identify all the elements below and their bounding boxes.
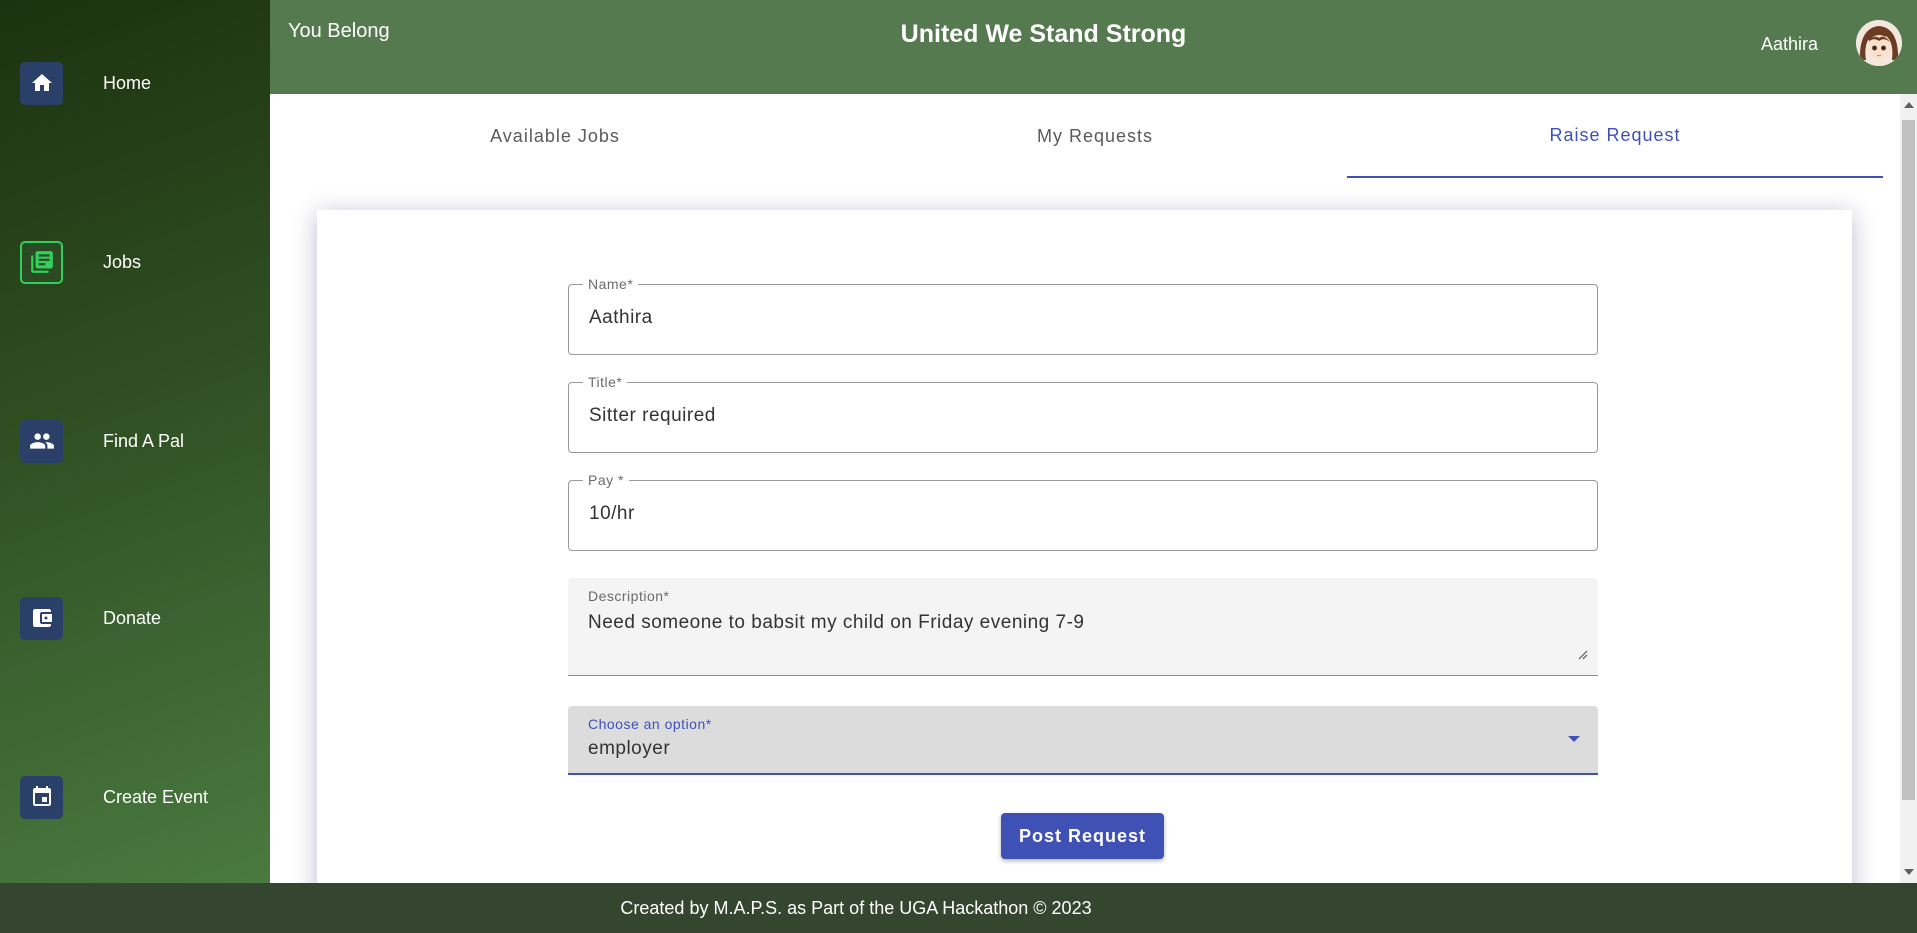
avatar[interactable] bbox=[1856, 20, 1902, 66]
sidebar-item-jobs[interactable]: Jobs bbox=[0, 232, 270, 292]
title-field[interactable]: Title* Sitter required bbox=[568, 374, 1598, 453]
header: You Belong United We Stand Strong Aathir… bbox=[270, 0, 1917, 94]
tab-raise-request[interactable]: Raise Request bbox=[1347, 94, 1883, 178]
scrollbar-thumb[interactable] bbox=[1902, 120, 1915, 800]
description-field-label: Description* bbox=[588, 588, 670, 604]
sidebar-item-label: Create Event bbox=[103, 786, 209, 807]
main-content: Available Jobs My Requests Raise Request… bbox=[270, 94, 1900, 883]
scrollbar[interactable] bbox=[1900, 94, 1917, 883]
scroll-up-icon[interactable] bbox=[1904, 102, 1914, 108]
page-title: United We Stand Strong bbox=[900, 20, 1187, 48]
home-icon bbox=[20, 61, 63, 105]
footer-text: Created by M.A.P.S. as Part of the UGA H… bbox=[620, 897, 1092, 918]
sidebar: Home Jobs Find A Pal Donate Create Event bbox=[0, 0, 270, 883]
name-field-label: Name* bbox=[583, 276, 639, 292]
dropdown-arrow-icon[interactable] bbox=[1568, 736, 1580, 742]
tab-available-jobs[interactable]: Available Jobs bbox=[270, 94, 840, 178]
option-select-label: Choose an option* bbox=[588, 716, 712, 732]
description-field[interactable]: Description* Need someone to babsit my c… bbox=[568, 578, 1598, 676]
sidebar-item-label: Jobs bbox=[103, 251, 142, 272]
footer: Created by M.A.P.S. as Part of the UGA H… bbox=[0, 883, 1917, 933]
title-field-label: Title* bbox=[583, 374, 628, 390]
option-select[interactable]: Choose an option* employer bbox=[568, 706, 1598, 775]
pay-field-value: 10/hr bbox=[589, 503, 635, 524]
username: Aathira bbox=[1761, 34, 1819, 54]
name-field[interactable]: Name* Aathira bbox=[568, 276, 1598, 355]
sidebar-item-find-a-pal[interactable]: Find A Pal bbox=[0, 411, 270, 471]
resize-handle-icon[interactable] bbox=[1578, 647, 1588, 665]
sidebar-item-create-event[interactable]: Create Event bbox=[0, 767, 270, 827]
scroll-down-icon[interactable] bbox=[1904, 869, 1914, 875]
post-request-button[interactable]: Post Request bbox=[1001, 813, 1164, 859]
sidebar-item-label: Find A Pal bbox=[103, 430, 185, 451]
sidebar-item-home[interactable]: Home bbox=[0, 53, 270, 113]
pay-field-label: Pay * bbox=[583, 472, 629, 488]
request-form-card: Name* Aathira Title* Sitter required Pay… bbox=[317, 210, 1852, 883]
tab-my-requests[interactable]: My Requests bbox=[835, 94, 1355, 178]
sidebar-item-label: Donate bbox=[103, 607, 162, 628]
title-field-value: Sitter required bbox=[589, 405, 716, 426]
sidebar-item-donate[interactable]: Donate bbox=[0, 588, 270, 648]
option-select-value: employer bbox=[588, 738, 671, 759]
sidebar-item-label: Home bbox=[103, 72, 152, 93]
jobs-icon bbox=[20, 240, 63, 284]
wallet-icon bbox=[20, 596, 63, 640]
people-icon bbox=[20, 419, 63, 463]
name-field-value: Aathira bbox=[589, 307, 653, 328]
calendar-icon bbox=[20, 775, 63, 819]
pay-field[interactable]: Pay * 10/hr bbox=[568, 472, 1598, 551]
description-field-value: Need someone to babsit my child on Frida… bbox=[588, 612, 1085, 633]
